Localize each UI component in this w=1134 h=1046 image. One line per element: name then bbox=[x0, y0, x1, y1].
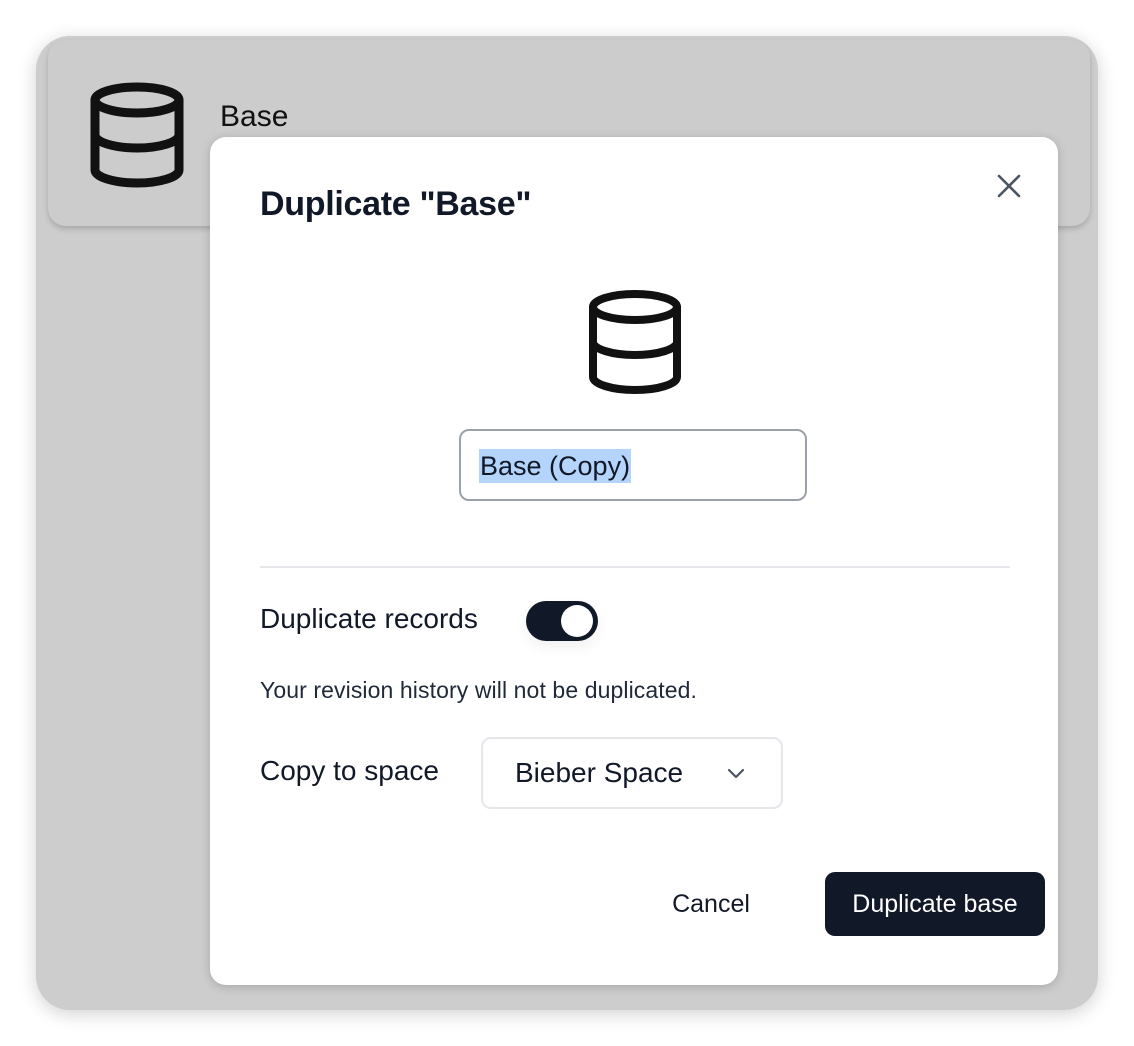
base-name-input[interactable] bbox=[459, 429, 807, 501]
dialog-title: Duplicate "Base" bbox=[260, 185, 532, 223]
toggle-knob bbox=[561, 605, 593, 637]
app-window: Base Duplicate "Base" Base (Copy) Duplic… bbox=[36, 36, 1098, 1010]
database-icon bbox=[589, 290, 681, 394]
close-icon[interactable] bbox=[994, 171, 1024, 201]
copy-to-space-label: Copy to space bbox=[260, 755, 439, 786]
duplicate-base-button[interactable]: Duplicate base bbox=[825, 872, 1045, 936]
duplicate-dialog: Duplicate "Base" Base (Copy) Duplicate r… bbox=[210, 137, 1058, 985]
divider bbox=[260, 566, 1010, 568]
database-icon bbox=[90, 82, 184, 188]
cancel-button[interactable]: Cancel bbox=[656, 873, 766, 935]
base-card-title: Base bbox=[220, 100, 289, 133]
duplicate-records-label: Duplicate records bbox=[260, 603, 478, 634]
space-select-value: Bieber Space bbox=[515, 757, 684, 788]
space-select[interactable]: Bieber Space bbox=[481, 737, 783, 809]
duplicate-records-toggle[interactable] bbox=[526, 601, 598, 641]
revision-history-hint: Your revision history will not be duplic… bbox=[260, 677, 698, 703]
chevron-down-icon bbox=[727, 768, 745, 779]
